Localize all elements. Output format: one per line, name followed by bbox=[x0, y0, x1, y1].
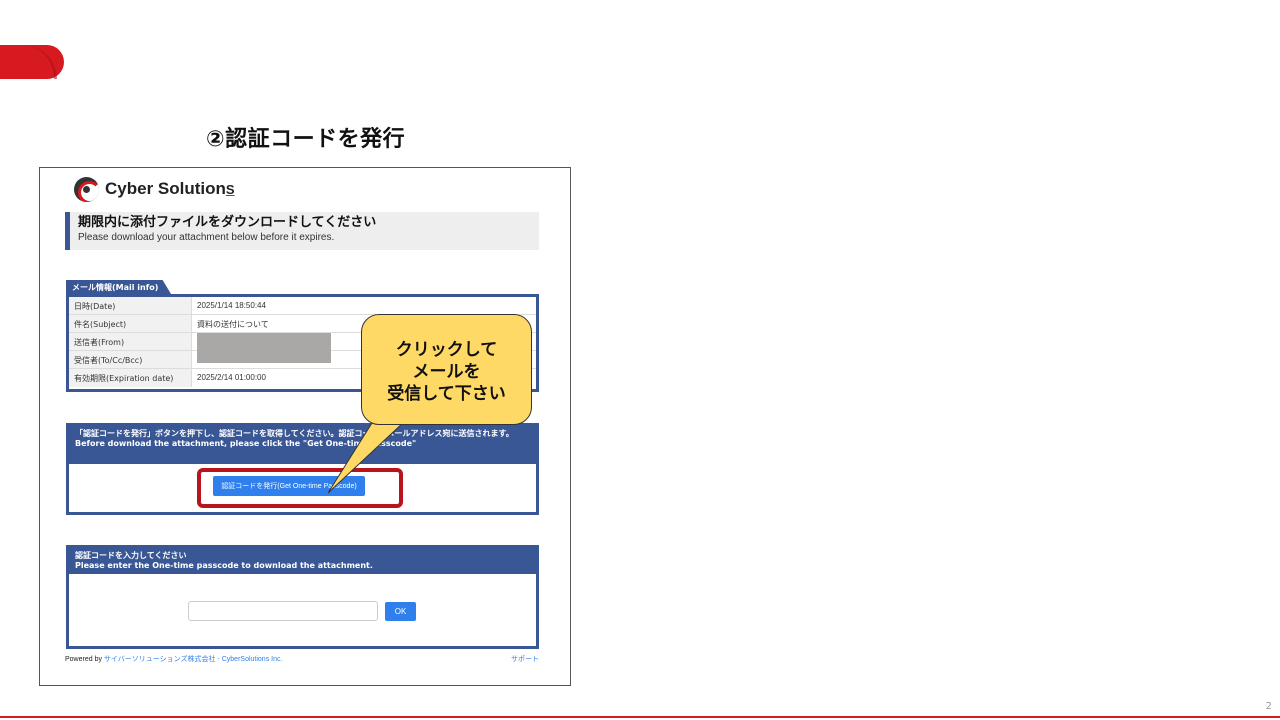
mail-key-from: 送信者(From) bbox=[69, 333, 192, 350]
mail-key-subject: 件名(Subject) bbox=[69, 315, 192, 332]
code-instruction-jp: 認証コードを入力してください bbox=[75, 551, 187, 560]
company-link[interactable]: サイバーソリューションズ株式会社 - CyberSolutions Inc. bbox=[104, 656, 283, 663]
support-link[interactable]: サポート bbox=[511, 654, 539, 664]
mail-value-date: 2025/1/14 18:50:44 bbox=[197, 301, 266, 310]
mail-key-date: 日時(Date) bbox=[69, 297, 192, 314]
mail-key-expiration: 有効期限(Expiration date) bbox=[69, 369, 192, 387]
otp-section: 「認証コードを発行」ボタンを押下し、認証コードを取得してください。認証コードはメ… bbox=[66, 423, 539, 515]
callout-text: クリックして メールを 受信して下さい bbox=[387, 339, 506, 404]
logo-text: Cyber SolutionS bbox=[105, 179, 235, 199]
mail-info-tab: メール情報(Mail info) bbox=[66, 280, 171, 294]
mail-key-to: 受信者(To/Cc/Bcc) bbox=[69, 351, 192, 368]
table-row: 日時(Date) 2025/1/14 18:50:44 bbox=[69, 297, 536, 315]
slide-title: ②認証コードを発行 bbox=[206, 127, 406, 152]
logo-suffix: S bbox=[225, 182, 235, 197]
notice-jp: 期限内に添付ファイルをダウンロードしてください bbox=[78, 215, 377, 230]
otp-instruction-jp: 「認証コードを発行」ボタンを押下し、認証コードを取得してください。認証コードはメ… bbox=[75, 429, 514, 438]
bottom-accent-line bbox=[0, 716, 1280, 718]
logo: Cyber SolutionS bbox=[74, 176, 235, 202]
email-screenshot: Cyber SolutionS 期限内に添付ファイルをダウンロードしてください … bbox=[39, 167, 571, 686]
code-instruction-en: Please enter the One-time passcode to do… bbox=[75, 561, 373, 570]
corner-accent-shape bbox=[0, 45, 64, 79]
code-instructions: 認証コードを入力してください Please enter the One-time… bbox=[69, 548, 536, 574]
page-number: 2 bbox=[1265, 701, 1272, 712]
slide: ②認証コードを発行 Cyber SolutionS 期限内に添付ファイルをダウン… bbox=[0, 0, 1280, 720]
footer-credit: Powered by サイバーソリューションズ株式会社 - CyberSolut… bbox=[65, 654, 282, 664]
cybersolutions-logo-icon bbox=[74, 176, 99, 202]
otp-instruction-en: Before download the attachment, please c… bbox=[75, 439, 417, 448]
callout-bubble: クリックして メールを 受信して下さい bbox=[361, 314, 532, 425]
notice-en: Please download your attachment below be… bbox=[78, 232, 335, 243]
code-entry-section: 認証コードを入力してください Please enter the One-time… bbox=[66, 545, 539, 649]
ok-button[interactable]: OK bbox=[385, 602, 416, 621]
logo-name: Cyber Solution bbox=[105, 179, 226, 198]
footer: Powered by サイバーソリューションズ株式会社 - CyberSolut… bbox=[65, 654, 539, 664]
powered-by-label: Powered by bbox=[65, 656, 102, 663]
passcode-input[interactable] bbox=[188, 601, 378, 621]
otp-body: 認証コードを発行(Get One-time Passcode) bbox=[69, 464, 536, 512]
download-notice: 期限内に添付ファイルをダウンロードしてください Please download … bbox=[65, 212, 539, 250]
otp-instructions: 「認証コードを発行」ボタンを押下し、認証コードを取得してください。認証コードはメ… bbox=[69, 426, 536, 464]
